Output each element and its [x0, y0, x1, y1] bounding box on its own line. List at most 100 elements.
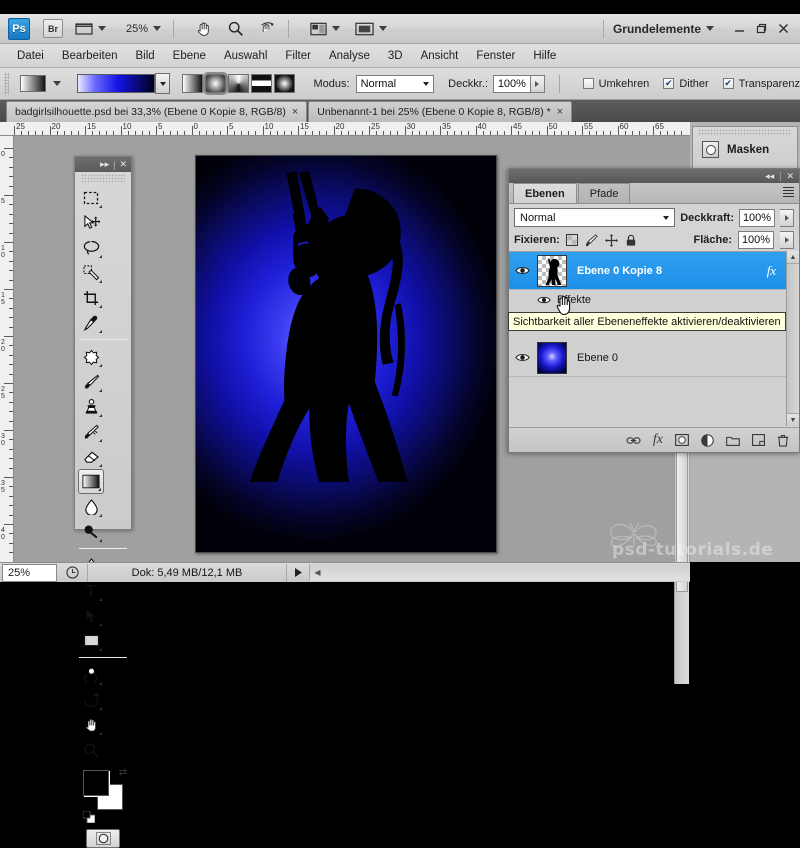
- close-icon[interactable]: ×: [292, 106, 298, 118]
- scroll-left-icon[interactable]: ◀: [310, 568, 325, 577]
- horizontal-ruler[interactable]: 25201510505101520253035404550556065: [0, 122, 690, 136]
- tool-path-selection[interactable]: [78, 603, 104, 628]
- tool-crop[interactable]: [78, 285, 104, 310]
- layer-thumbnail[interactable]: [537, 342, 567, 374]
- close-icon[interactable]: ×: [557, 106, 563, 118]
- menu-bild[interactable]: Bild: [126, 47, 163, 65]
- document-tab-unbenannt-1[interactable]: Unbenannt-1 bei 25% (Ebene 0 Kopie 8, RG…: [308, 101, 572, 122]
- lock-transparency-icon[interactable]: [566, 234, 578, 246]
- zoom-tool-button[interactable]: [224, 17, 247, 41]
- tool-history-brush[interactable]: [78, 419, 104, 444]
- layer-effects-row[interactable]: Effekte: [509, 290, 799, 309]
- tool-brush[interactable]: [78, 369, 104, 394]
- opacity-input[interactable]: 100%: [493, 75, 531, 93]
- default-colors-icon[interactable]: [83, 811, 95, 823]
- angle-gradient-button[interactable]: [228, 74, 249, 93]
- collapse-icon[interactable]: ▸▸: [100, 159, 109, 170]
- menu-fenster[interactable]: Fenster: [467, 47, 524, 65]
- horizontal-scrollbar[interactable]: ◀: [309, 564, 690, 581]
- radial-gradient-button[interactable]: [205, 74, 226, 93]
- layer-name[interactable]: Ebene 0: [577, 352, 618, 364]
- menu-bearbeiten[interactable]: Bearbeiten: [53, 47, 127, 65]
- options-bar-grip[interactable]: [4, 73, 9, 95]
- chevron-down-icon[interactable]: [53, 81, 61, 86]
- workspace-label[interactable]: Grundelemente: [613, 22, 701, 36]
- lock-all-icon[interactable]: [625, 234, 637, 247]
- tool-eyedropper[interactable]: [78, 310, 104, 335]
- layer-effects-badge[interactable]: fx: [767, 263, 776, 279]
- view-extras-button[interactable]: [72, 17, 109, 41]
- tool-spot-healing-brush[interactable]: [78, 344, 104, 369]
- gradient-picker-dropdown[interactable]: [155, 73, 170, 94]
- reflected-gradient-button[interactable]: [251, 74, 272, 93]
- linear-gradient-button[interactable]: [182, 74, 203, 93]
- tools-panel-titlebar[interactable]: ▸▸ | ✕: [75, 157, 131, 172]
- masks-panel-grip[interactable]: [698, 129, 792, 136]
- tool-lasso[interactable]: [78, 235, 104, 260]
- panel-menu-icon[interactable]: [783, 187, 794, 197]
- layer-name[interactable]: Ebene 0 Kopie 8: [577, 265, 662, 277]
- layer-fill-input[interactable]: 100%: [738, 231, 774, 249]
- chevron-down-icon[interactable]: [706, 26, 714, 31]
- lock-image-icon[interactable]: [585, 234, 598, 247]
- layer-visibility-toggle[interactable]: [509, 352, 535, 363]
- tool-clone-stamp[interactable]: [78, 394, 104, 419]
- tool-dodge[interactable]: [78, 519, 104, 544]
- bridge-launch-icon[interactable]: Br: [43, 19, 63, 38]
- arrange-documents-button[interactable]: [352, 17, 390, 41]
- gradient-tool-preset-icon[interactable]: [20, 75, 46, 92]
- effects-visibility-toggle[interactable]: [537, 295, 551, 305]
- reverse-checkbox[interactable]: [583, 78, 594, 89]
- layers-panel-titlebar[interactable]: ◂◂ | ✕: [509, 169, 799, 183]
- document-tab-badgirlsilhouette[interactable]: badgirlsilhouette.psd bei 33,3% (Ebene 0…: [6, 101, 307, 122]
- menu-analyse[interactable]: Analyse: [320, 47, 379, 65]
- layer-opacity-input[interactable]: 100%: [739, 209, 775, 227]
- tool-gradient[interactable]: [78, 469, 104, 494]
- reverse-checkbox-row[interactable]: Umkehren: [583, 78, 650, 90]
- quick-mask-button[interactable]: [86, 829, 120, 848]
- gradient-preview-swatch[interactable]: [77, 74, 155, 93]
- layer-row-ebene-0-kopie-8[interactable]: Ebene 0 Kopie 8 fx ▲: [509, 252, 799, 290]
- layer-blend-mode-select[interactable]: Normal: [514, 208, 675, 227]
- link-layers-icon[interactable]: [626, 436, 641, 445]
- menu-datei[interactable]: Datei: [8, 47, 53, 65]
- layer-thumbnail[interactable]: [537, 255, 567, 287]
- tab-ebenen[interactable]: Ebenen: [513, 183, 577, 203]
- blend-mode-select[interactable]: Normal: [356, 75, 435, 93]
- document-preview-icon[interactable]: [57, 566, 87, 579]
- screen-mode-button[interactable]: [307, 17, 343, 41]
- masks-panel-header[interactable]: Masken: [693, 136, 797, 158]
- layer-row-ebene-0[interactable]: Ebene 0: [509, 339, 799, 377]
- tool-blur[interactable]: [78, 494, 104, 519]
- layer-opacity-stepper[interactable]: [780, 209, 794, 227]
- zoom-level-selector[interactable]: 25%: [123, 17, 164, 41]
- restore-button[interactable]: [750, 20, 772, 38]
- vertical-ruler[interactable]: 0510152025303540: [0, 136, 14, 562]
- tool-3d-rotate[interactable]: [78, 662, 104, 687]
- layers-scrollbar[interactable]: ▲ ▼: [786, 251, 799, 426]
- scroll-down-icon[interactable]: ▼: [787, 413, 799, 426]
- hand-tool-button[interactable]: [192, 17, 215, 41]
- minimize-button[interactable]: [728, 20, 750, 38]
- tool-quick-selection[interactable]: [78, 260, 104, 285]
- tool-eraser[interactable]: [78, 444, 104, 469]
- menu-hilfe[interactable]: Hilfe: [524, 47, 565, 65]
- swap-colors-icon[interactable]: ⇄: [119, 767, 127, 778]
- close-icon[interactable]: ✕: [119, 159, 127, 170]
- scroll-up-icon[interactable]: ▲: [787, 251, 799, 264]
- status-zoom-input[interactable]: 25%: [2, 564, 57, 582]
- image-canvas[interactable]: [195, 155, 497, 553]
- dither-checkbox[interactable]: ✔: [663, 78, 674, 89]
- status-expand-button[interactable]: [287, 567, 309, 578]
- dither-checkbox-row[interactable]: ✔ Dither: [663, 78, 708, 90]
- add-layer-style-icon[interactable]: fx: [653, 432, 663, 448]
- close-button[interactable]: [772, 20, 794, 38]
- layer-list[interactable]: Ebene 0 Kopie 8 fx ▲ Effekte: [509, 251, 799, 426]
- close-icon[interactable]: ✕: [786, 171, 794, 182]
- menu-filter[interactable]: Filter: [276, 47, 320, 65]
- tool-hand[interactable]: [78, 712, 104, 737]
- add-layer-mask-icon[interactable]: [675, 434, 689, 446]
- tab-pfade[interactable]: Pfade: [578, 183, 631, 203]
- tool-3d-orbit[interactable]: [78, 687, 104, 712]
- opacity-stepper[interactable]: [531, 75, 545, 93]
